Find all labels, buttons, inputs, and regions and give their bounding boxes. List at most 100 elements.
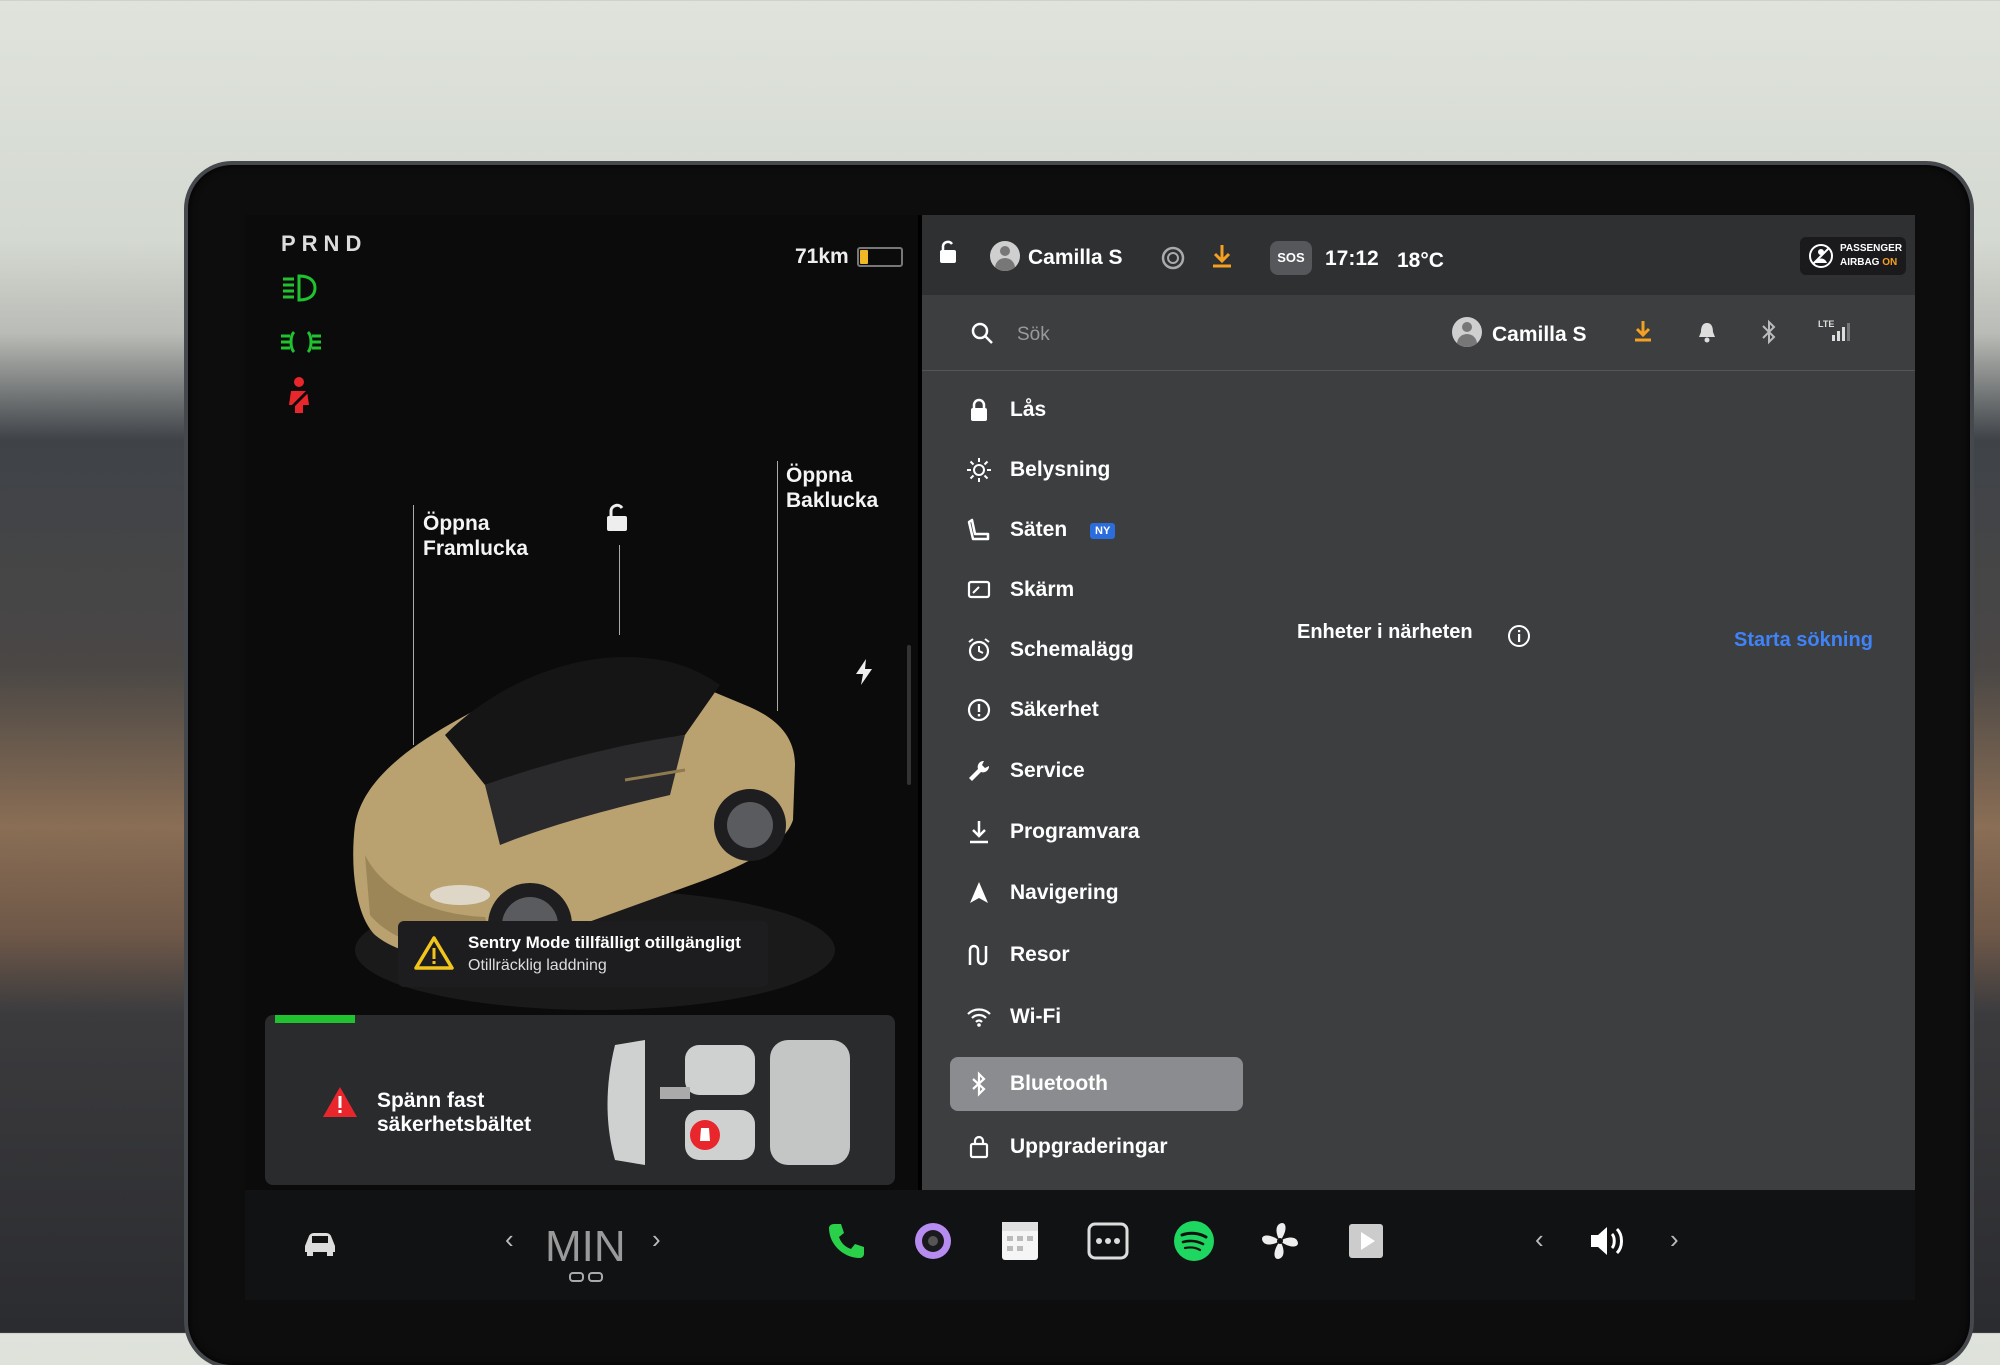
download-icon[interactable] — [1210, 243, 1234, 269]
fan-increase-chevron-icon[interactable]: › — [652, 1224, 661, 1255]
download-icon[interactable] — [1632, 319, 1654, 343]
sentry-mode-alert: Sentry Mode tillfälligt otillgängligt Ot… — [398, 921, 768, 987]
clock: 17:12 — [1325, 247, 1379, 270]
fan-decrease-chevron-icon[interactable]: ‹ — [505, 1224, 514, 1255]
menu-item-saten[interactable]: Säten NY — [950, 503, 1243, 557]
sentry-alert-title: Sentry Mode tillfälligt otillgängligt — [468, 933, 741, 952]
car-status-panel: PRND 71km Öppna Framlucka Öppna Baklucka — [245, 215, 918, 1190]
avatar[interactable] — [990, 241, 1020, 271]
panel-divider-handle[interactable] — [907, 645, 911, 785]
open-trunk-button[interactable]: Öppna Baklucka — [786, 463, 878, 513]
airbag-state: ON — [1882, 257, 1898, 268]
menu-item-label: Säkerhet — [1010, 698, 1099, 721]
more-apps-icon[interactable] — [1085, 1218, 1131, 1264]
menu-item-label: Resor — [1010, 943, 1070, 966]
alarm-clock-icon — [966, 637, 992, 663]
menu-item-label: Lås — [1010, 398, 1047, 421]
alert-triangle-icon — [321, 1085, 359, 1119]
menu-item-label: Programvara — [1010, 820, 1140, 843]
display-icon — [966, 577, 992, 603]
wifi-icon — [966, 1004, 992, 1030]
wrench-icon — [966, 758, 992, 784]
controls-panel: Camilla S SOS 17:12 18°C PASSENGER AIRBA… — [922, 215, 1915, 1190]
sentry-alert-subtitle: Otillräcklig laddning — [468, 957, 607, 974]
seatbelt-alert-text: Spänn fast säkerhetsbältet — [377, 1089, 532, 1136]
touchscreen: PRND 71km Öppna Framlucka Öppna Baklucka — [245, 215, 1915, 1300]
seat-icon — [966, 517, 992, 543]
fan-speed-label: MIN — [545, 1222, 626, 1271]
menu-item-label: Belysning — [1010, 458, 1111, 481]
passenger-airbag-indicator: PASSENGER AIRBAG ON — [1800, 237, 1906, 275]
media-player-icon[interactable] — [1343, 1218, 1389, 1264]
range-readout: 71km — [795, 245, 849, 268]
car-icon[interactable] — [297, 1218, 343, 1264]
alert-progress-bar — [275, 1015, 355, 1023]
info-icon[interactable] — [1507, 624, 1531, 648]
lock-icon — [966, 397, 992, 423]
warning-triangle-icon — [414, 935, 454, 971]
sun-icon — [966, 457, 992, 483]
menu-item-service[interactable]: Service — [950, 744, 1243, 798]
bottom-dock: ‹ MIN › ‹ › — [245, 1190, 1915, 1300]
trips-icon — [966, 942, 992, 968]
seat-heater-icon[interactable] — [567, 1270, 607, 1286]
search-row: Sök Camilla S LTE — [922, 295, 1915, 371]
menu-item-belysning[interactable]: Belysning — [950, 443, 1243, 497]
open-frunk-button[interactable]: Öppna Framlucka — [423, 511, 528, 561]
search-icon[interactable] — [970, 321, 994, 345]
seat-diagram-icon — [605, 1025, 875, 1175]
unlock-icon[interactable] — [601, 502, 633, 534]
menu-item-label: Uppgraderingar — [1010, 1135, 1168, 1158]
menu-item-label: Bluetooth — [1010, 1072, 1108, 1095]
spotify-icon[interactable] — [1171, 1218, 1217, 1264]
bluetooth-icon — [966, 1071, 992, 1097]
menu-item-label: Navigering — [1010, 881, 1119, 904]
seatbelt-alert-card: Spänn fast säkerhetsbältet — [265, 1015, 895, 1185]
calendar-icon[interactable] — [997, 1218, 1043, 1264]
temperature: 18°C — [1397, 249, 1444, 272]
menu-item-label: Skärm — [1010, 578, 1075, 601]
seatbelt-warning-icon — [279, 375, 319, 413]
search-input[interactable]: Sök — [1017, 324, 1050, 346]
battery-icon — [857, 247, 903, 267]
volume-icon[interactable] — [1585, 1218, 1631, 1264]
profile-name[interactable]: Camilla S — [1492, 323, 1587, 347]
menu-item-label: Schemalägg — [1010, 638, 1134, 661]
volume-down-chevron-icon[interactable]: ‹ — [1535, 1224, 1544, 1255]
menu-item-bluetooth[interactable]: Bluetooth — [950, 1057, 1243, 1111]
volume-up-chevron-icon[interactable]: › — [1670, 1224, 1679, 1255]
nearby-devices-title: Enheter i närheten — [1297, 621, 1473, 643]
menu-item-resor[interactable]: Resor — [950, 928, 1243, 982]
sos-button[interactable]: SOS — [1270, 241, 1312, 275]
sentry-status-icon[interactable] — [1160, 245, 1186, 271]
cellular-signal-icon: LTE — [1818, 317, 1852, 343]
menu-item-programvara[interactable]: Programvara — [950, 805, 1243, 859]
low-beam-icon — [279, 271, 319, 305]
menu-item-wifi[interactable]: Wi-Fi — [950, 990, 1243, 1044]
lock-status-icon[interactable] — [935, 239, 961, 265]
menu-item-uppgraderingar[interactable]: Uppgraderingar — [950, 1120, 1243, 1174]
navigation-arrow-icon — [966, 880, 992, 906]
menu-item-schemalagg[interactable]: Schemalägg — [950, 623, 1243, 677]
menu-item-las[interactable]: Lås — [950, 383, 1243, 437]
gear-indicator: PRND — [281, 231, 368, 256]
airbag-label: PASSENGER — [1840, 243, 1903, 254]
profile-name[interactable]: Camilla S — [1028, 246, 1123, 270]
menu-item-skarm[interactable]: Skärm — [950, 563, 1243, 617]
avatar[interactable] — [1452, 317, 1482, 347]
lte-label: LTE — [1818, 319, 1835, 329]
alert-circle-icon — [966, 697, 992, 723]
phone-icon[interactable] — [823, 1218, 869, 1264]
new-badge: NY — [1090, 523, 1116, 539]
menu-item-navigering[interactable]: Navigering — [950, 866, 1243, 920]
bag-icon — [966, 1134, 992, 1160]
bell-icon[interactable] — [1697, 321, 1717, 343]
status-bar: Camilla S SOS 17:12 18°C PASSENGER AIRBA… — [922, 215, 1915, 295]
bluetooth-icon[interactable] — [1760, 319, 1778, 345]
menu-item-label: Wi-Fi — [1010, 1005, 1062, 1028]
menu-item-sakerhet[interactable]: Säkerhet — [950, 683, 1243, 737]
camera-icon[interactable] — [910, 1218, 956, 1264]
start-search-link[interactable]: Starta sökning — [1734, 629, 1873, 652]
fan-icon[interactable] — [1257, 1218, 1303, 1264]
menu-item-label: Service — [1010, 759, 1085, 782]
